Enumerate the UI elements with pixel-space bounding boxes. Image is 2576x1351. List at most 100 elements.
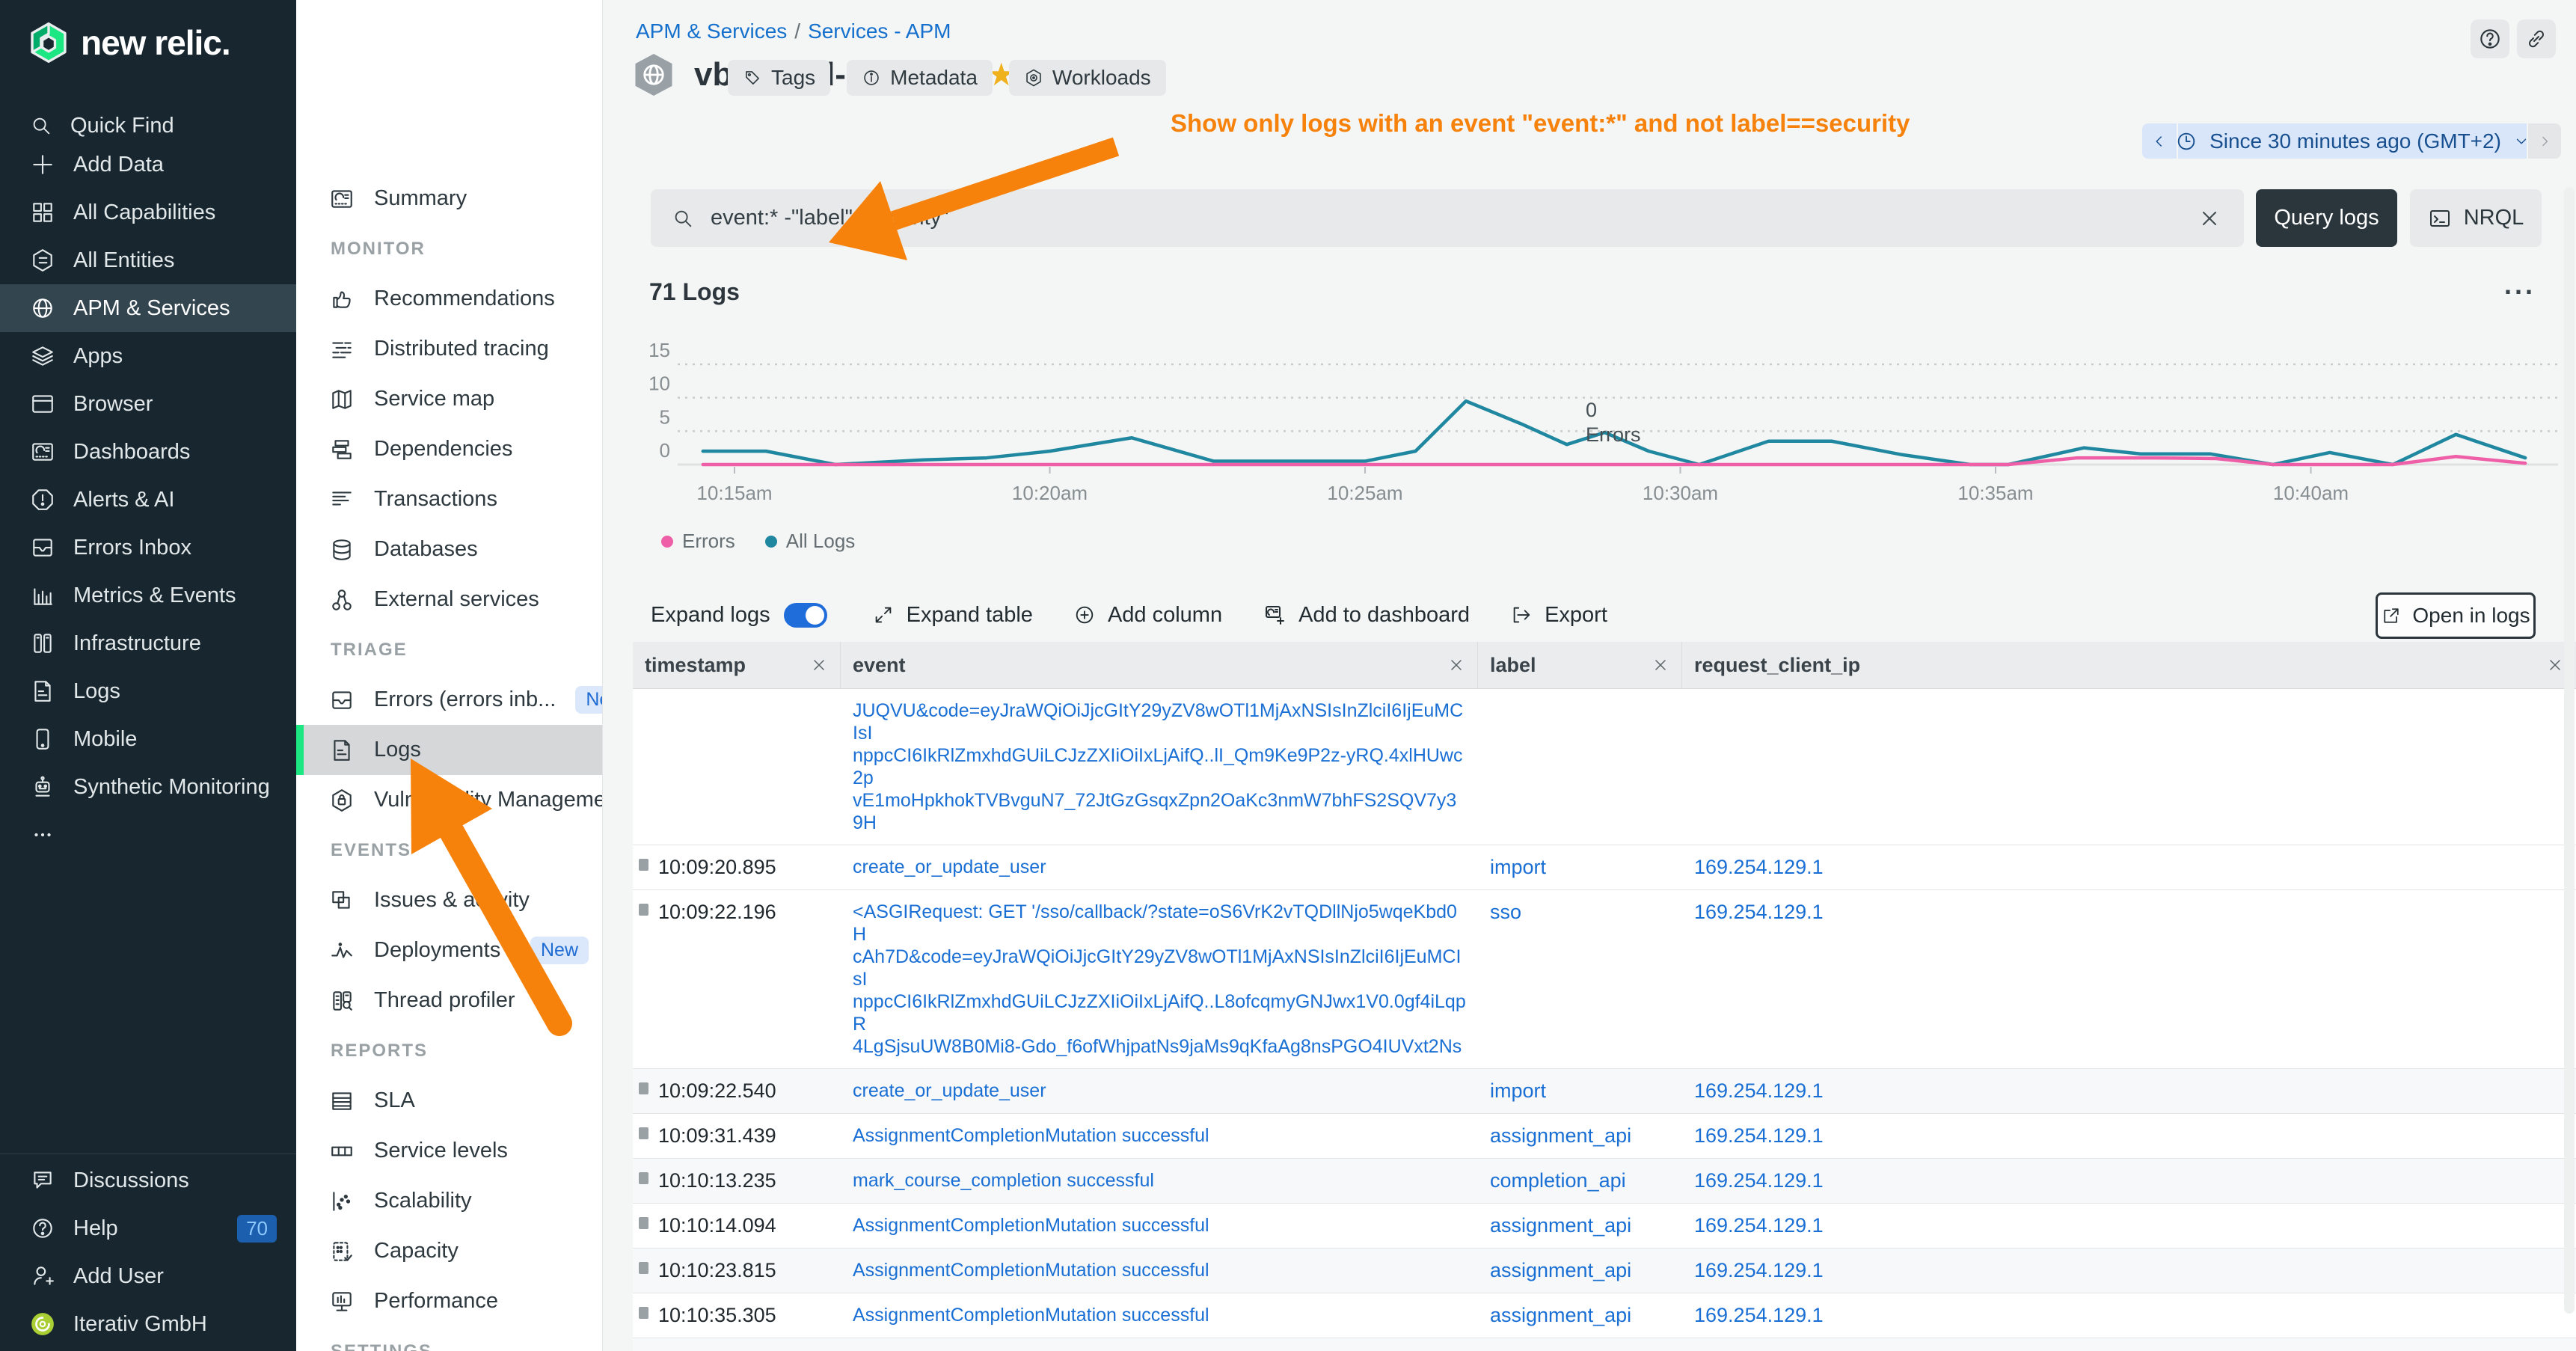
open-in-logs-button[interactable]: Open in logs (2376, 592, 2536, 639)
sidebar-item-apm-services[interactable]: APM & Services (0, 284, 296, 332)
permalink-button[interactable] (2517, 19, 2556, 58)
sidebar-item-more[interactable] (0, 811, 296, 859)
legend-all-logs[interactable]: All Logs (765, 530, 856, 553)
cell-label[interactable]: assignment_api (1478, 1338, 1682, 1351)
panel-overflow-menu[interactable]: ... (2504, 269, 2536, 301)
subnav-item-service-levels[interactable]: Service levels (296, 1126, 602, 1176)
subnav-item-vulnerability-management[interactable]: Vulnerability Management (296, 775, 602, 825)
add-column-button[interactable]: Add column (1073, 603, 1222, 628)
export-button[interactable]: Export (1510, 603, 1607, 628)
cell-event[interactable]: create_or_update_user (841, 845, 1478, 889)
remove-column-icon[interactable] (1652, 656, 1669, 674)
sidebar-item-synthetic-monitoring[interactable]: Synthetic Monitoring (0, 763, 296, 811)
subnav-item-logs[interactable]: Logs (296, 725, 602, 775)
cell-event[interactable]: mark_course_completion successful (841, 1159, 1478, 1203)
cell-request-client-ip[interactable]: 169.254.129.1 (1682, 1159, 2576, 1203)
cell-label[interactable]: assignment_api (1478, 1293, 1682, 1338)
column-header-label[interactable]: label (1478, 642, 1682, 688)
sidebar-item-apps[interactable]: Apps (0, 332, 296, 380)
sidebar-item-discussions[interactable]: Discussions (0, 1157, 296, 1204)
subnav-item-databases[interactable]: Databases (296, 524, 602, 575)
sidebar-item-help[interactable]: Help70 (0, 1204, 296, 1252)
cell-request-client-ip[interactable]: 169.254.129.1 (1682, 1293, 2576, 1338)
cell-request-client-ip[interactable]: 169.254.129.1 (1682, 1204, 2576, 1248)
column-header-event[interactable]: event (841, 642, 1478, 688)
new-relic-logo[interactable]: new relic. (28, 22, 230, 63)
sidebar-item-mobile[interactable]: Mobile (0, 715, 296, 763)
help-button[interactable] (2471, 19, 2509, 58)
subnav-item-sla[interactable]: SLA (296, 1076, 602, 1126)
sidebar-item-alerts-ai[interactable]: Alerts & AI (0, 476, 296, 524)
sidebar-item-add-data[interactable]: Add Data (0, 141, 296, 189)
sidebar-item-all-entities[interactable]: All Entities (0, 236, 296, 284)
sidebar-item-dashboards[interactable]: Dashboards (0, 428, 296, 476)
cell-label[interactable]: import (1478, 1069, 1682, 1113)
log-row[interactable]: 10:10:35.305AssignmentCompletionMutation… (633, 1293, 2576, 1338)
cell-request-client-ip[interactable]: 169.254.129.1 (1682, 1114, 2576, 1158)
sidebar-item-errors-inbox[interactable]: Errors Inbox (0, 524, 296, 572)
cell-event[interactable]: AssignmentCompletionMutation successful (841, 1249, 1478, 1293)
sidebar-item-all-capabilities[interactable]: All Capabilities (0, 189, 296, 236)
cell-request-client-ip[interactable]: 169.254.129.1 (1682, 845, 2576, 889)
cell-event[interactable]: create_or_update_user (841, 1069, 1478, 1113)
subnav-item-transactions[interactable]: Transactions (296, 474, 602, 524)
time-forward-button[interactable] (2528, 123, 2561, 159)
expand-table-button[interactable]: Expand table (872, 603, 1033, 628)
sidebar-item-logs[interactable]: Logs (0, 667, 296, 715)
time-range-button[interactable]: Since 30 minutes ago (GMT+2) (2178, 123, 2527, 159)
workloads-button[interactable]: Workloads (1009, 60, 1166, 96)
cell-label[interactable]: import (1478, 845, 1682, 889)
subnav-item-errors-errors-inb[interactable]: Errors (errors inb...New (296, 675, 602, 725)
tags-button[interactable]: Tags (728, 60, 830, 96)
sidebar-item-browser[interactable]: Browser (0, 380, 296, 428)
cell-event[interactable]: <ASGIRequest: GET '/sso/callback/?state=… (841, 890, 1478, 1068)
remove-column-icon[interactable] (1447, 656, 1465, 674)
cell-event[interactable]: AssignmentCompletionMutation successful (841, 1293, 1478, 1338)
cell-label[interactable]: assignment_api (1478, 1249, 1682, 1293)
log-row[interactable]: 10:09:22.540create_or_update_userimport1… (633, 1069, 2576, 1114)
cell-request-client-ip[interactable]: 169.254.129.1 (1682, 1249, 2576, 1293)
sidebar-item-add-user[interactable]: Add User (0, 1252, 296, 1300)
clear-search-icon[interactable] (2198, 206, 2221, 230)
query-logs-button[interactable]: Query logs (2256, 189, 2397, 247)
log-row[interactable]: 10:09:31.439AssignmentCompletionMutation… (633, 1114, 2576, 1159)
cell-event[interactable]: AssignmentCompletionMutation successful (841, 1338, 1478, 1351)
log-row[interactable]: 10:09:20.895create_or_update_userimport1… (633, 845, 2576, 890)
subnav-item-deployments[interactable]: DeploymentsNew (296, 925, 602, 975)
cell-label[interactable]: completion_api (1478, 1159, 1682, 1203)
log-row[interactable]: 10:10:23.815AssignmentCompletionMutation… (633, 1249, 2576, 1293)
legend-errors[interactable]: Errors (661, 530, 735, 553)
remove-column-icon[interactable] (810, 656, 828, 674)
cell-request-client-ip[interactable] (1682, 689, 2576, 845)
cell-label[interactable]: assignment_api (1478, 1114, 1682, 1158)
sidebar-item-infrastructure[interactable]: Infrastructure (0, 619, 296, 667)
subnav-item-performance[interactable]: Performance (296, 1276, 602, 1326)
cell-request-client-ip[interactable]: 169.254.129.1 (1682, 1069, 2576, 1113)
subnav-item-distributed-tracing[interactable]: Distributed tracing (296, 324, 602, 374)
subnav-item-recommendations[interactable]: Recommendations (296, 274, 602, 324)
sidebar-item-iterativ-gmbh[interactable]: Iterativ GmbH (0, 1300, 296, 1348)
remove-column-icon[interactable] (2546, 656, 2564, 674)
log-row[interactable]: JUQVU&code=eyJraWQiOiJjcGItY29yZV8wOTl1M… (633, 689, 2576, 845)
cell-event[interactable]: JUQVU&code=eyJraWQiOiJjcGItY29yZV8wOTl1M… (841, 689, 1478, 845)
logs-search-input[interactable]: event:* -"label":"security" (651, 189, 2244, 247)
log-row[interactable]: 10:10:13.235mark_course_completion succe… (633, 1159, 2576, 1204)
add-to-dashboard-button[interactable]: Add to dashboard (1263, 603, 1470, 628)
subnav-item-service-map[interactable]: Service map (296, 374, 602, 424)
cell-label[interactable] (1478, 689, 1682, 845)
scrollbar[interactable] (2564, 187, 2575, 1314)
subnav-item-thread-profiler[interactable]: Thread profiler (296, 975, 602, 1026)
time-back-button[interactable] (2142, 123, 2177, 159)
cell-request-client-ip[interactable]: 169.254.129.1 (1682, 1338, 2576, 1351)
subnav-item-external-services[interactable]: External services (296, 575, 602, 625)
sidebar-item-metrics-events[interactable]: Metrics & Events (0, 572, 296, 619)
column-header-timestamp[interactable]: timestamp (633, 642, 841, 688)
log-row[interactable]: 10:10:14.094AssignmentCompletionMutation… (633, 1204, 2576, 1249)
cell-label[interactable]: assignment_api (1478, 1204, 1682, 1248)
cell-event[interactable]: AssignmentCompletionMutation successful (841, 1114, 1478, 1158)
cell-request-client-ip[interactable]: 169.254.129.1 (1682, 890, 2576, 1068)
log-row[interactable]: 10:09:22.196<ASGIRequest: GET '/sso/call… (633, 890, 2576, 1069)
cell-event[interactable]: AssignmentCompletionMutation successful (841, 1204, 1478, 1248)
subnav-item-scalability[interactable]: Scalability (296, 1176, 602, 1226)
subnav-item-summary[interactable]: Summary (296, 174, 602, 224)
